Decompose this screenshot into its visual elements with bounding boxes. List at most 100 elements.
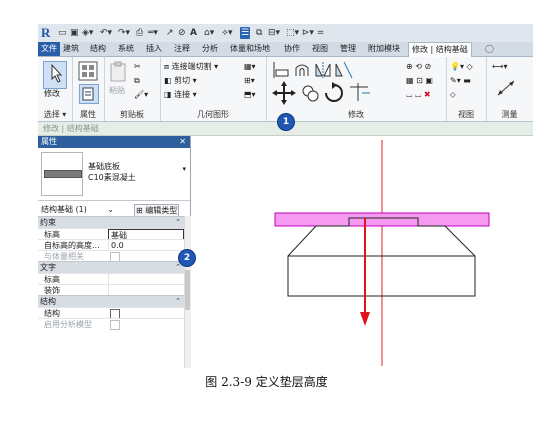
join-label: 连接 bbox=[174, 90, 191, 99]
mirror-draw-axis-icon[interactable] bbox=[335, 61, 353, 79]
array-icon[interactable]: ▦ ⊡ ▣ bbox=[406, 75, 433, 86]
tab-analyze[interactable]: 分析 bbox=[202, 42, 218, 56]
modify-button[interactable] bbox=[43, 61, 67, 89]
section-view[interactable] bbox=[191, 136, 533, 368]
sync-icon[interactable]: ◈▾ bbox=[82, 27, 93, 39]
text-icon[interactable]: A bbox=[190, 27, 197, 39]
tab-modify-structural-foundation[interactable]: 修改 | 结构基础 bbox=[408, 42, 472, 57]
paste-icon[interactable] bbox=[109, 61, 127, 83]
modify-tools-row2 bbox=[272, 81, 370, 105]
tab-overflow[interactable]: ◯ bbox=[485, 42, 494, 56]
dimension-icon[interactable]: ↗ bbox=[166, 27, 174, 39]
type-preview-image bbox=[41, 152, 83, 196]
options-bar-label: 修改 | 结构基础 bbox=[43, 124, 99, 133]
group-text[interactable]: 文字 ⌃ bbox=[38, 261, 184, 273]
slab-preview-icon bbox=[44, 170, 82, 178]
collapse-icon[interactable]: ⌃ bbox=[175, 296, 181, 307]
app-logo[interactable]: R bbox=[41, 25, 53, 40]
scroll-thumb[interactable] bbox=[185, 270, 190, 310]
tab-manage[interactable]: 管理 bbox=[340, 42, 356, 56]
group-constraints-label: 约束 bbox=[40, 218, 56, 227]
hide-in-view-icon[interactable]: 💡▾ ◇ bbox=[450, 61, 473, 72]
mirror-pick-axis-icon[interactable] bbox=[315, 62, 331, 78]
type-family-name: 基础底板 bbox=[88, 162, 120, 171]
tab-view[interactable]: 视图 bbox=[312, 42, 328, 56]
tag-icon[interactable]: ⊘ bbox=[178, 27, 186, 39]
section-icon[interactable]: ⟡▾ bbox=[222, 27, 232, 39]
measure-distance-icon[interactable]: ⟷▾ bbox=[492, 61, 507, 72]
instance-filter-row: 结构基础 (1) ⌄ ⊞ 编辑类型 bbox=[38, 202, 190, 217]
type-name: C10素混凝土 bbox=[88, 173, 136, 182]
type-properties-button[interactable] bbox=[79, 84, 99, 104]
split-element-icon[interactable]: ⊕ ⟲ ⊘ bbox=[406, 61, 431, 72]
chevron-down-icon[interactable]: ▾ bbox=[182, 165, 186, 173]
override-graphics-icon[interactable]: ✎▾ ▬ bbox=[450, 75, 471, 86]
tab-collaborate[interactable]: 协作 bbox=[284, 42, 300, 56]
geometry-panel-label: 几何图形 bbox=[197, 110, 229, 119]
mark-value[interactable] bbox=[108, 274, 183, 284]
split-face-icon[interactable]: ⊞▾ bbox=[244, 75, 255, 86]
measure-icon[interactable]: ═▾ bbox=[148, 27, 158, 39]
copy-element-icon[interactable] bbox=[302, 85, 319, 102]
tab-insert[interactable]: 插入 bbox=[146, 42, 162, 56]
cushion-layer[interactable] bbox=[274, 212, 490, 227]
offset-icon[interactable] bbox=[295, 64, 309, 76]
join-geometry-button[interactable]: ◨ 连接 ▾ bbox=[164, 89, 197, 100]
close-views-icon[interactable]: ⧉ bbox=[256, 27, 262, 39]
properties-panel: 属性 bbox=[72, 57, 105, 121]
copy-icon[interactable]: ⧉ bbox=[134, 75, 140, 86]
match-properties-icon[interactable]: 🖌▾ bbox=[134, 89, 148, 100]
tab-file[interactable]: 文件 bbox=[38, 42, 60, 56]
tab-annotate[interactable]: 注释 bbox=[174, 42, 190, 56]
revit-window: R ▭ ▣ ◈▾ ↶▾ ↷▾ ⎙ ═▾ ↗ ⊘ A ⌂▾ ⟡▾ ☰ ⧉ ⊟▾ ⬚… bbox=[38, 24, 533, 368]
undo-icon[interactable]: ↶▾ bbox=[100, 27, 112, 39]
switch-windows-icon[interactable]: ⊟▾ bbox=[268, 27, 280, 39]
instance-filter-dropdown[interactable]: 结构基础 (1) ⌄ bbox=[41, 204, 114, 215]
cut-icon[interactable]: ✂ bbox=[134, 61, 141, 72]
open-icon[interactable]: ▭ bbox=[58, 27, 67, 39]
properties-scrollbar[interactable] bbox=[184, 216, 191, 368]
modify-tools-row1 bbox=[273, 61, 353, 79]
height-offset-value[interactable]: 0.0 bbox=[108, 240, 183, 250]
measure-panel-label: 测量 bbox=[501, 110, 518, 119]
close-icon[interactable]: ✕ bbox=[179, 136, 186, 148]
linework-icon[interactable]: ⬦ bbox=[450, 89, 456, 100]
tab-massing-site[interactable]: 体量和场地 bbox=[230, 42, 270, 56]
print-icon[interactable]: ⎙ bbox=[136, 27, 143, 39]
thin-lines-icon[interactable]: ☰ bbox=[240, 27, 251, 39]
properties-palette: 属性 ✕ 基础底板 C10素混凝土 ▾ 结构基础 (1) ⌄ ⊞ 编辑类型 约束… bbox=[38, 136, 191, 368]
type-selector[interactable]: 基础底板 C10素混凝土 ▾ bbox=[38, 148, 190, 201]
aligned-dimension-icon[interactable] bbox=[496, 79, 518, 97]
select-dropdown[interactable]: 选择 ▾ bbox=[38, 110, 72, 120]
trim-extend-icon[interactable] bbox=[350, 83, 370, 101]
modify-label: 修改 bbox=[44, 89, 60, 98]
cut-geometry-button[interactable]: ◧ 剪切 ▾ bbox=[164, 75, 197, 86]
property-row-analytical-model: 启用分析模型 bbox=[38, 318, 184, 330]
cut-join-geometry-button[interactable]: ⧈ 连接端切割 ▾ bbox=[164, 61, 218, 72]
properties-titlebar[interactable]: 属性 ✕ bbox=[38, 136, 190, 148]
geometry-panel: ⧈ 连接端切割 ▾ ◧ 剪切 ▾ ◨ 连接 ▾ ▦▾ ⊞▾ ⬒▾ 几何图形 bbox=[160, 57, 267, 121]
decoration-value[interactable] bbox=[108, 285, 183, 295]
paint-icon[interactable]: ⬒▾ bbox=[244, 89, 256, 100]
view3d-icon[interactable]: ⌂▾ bbox=[204, 27, 214, 39]
property-key: 启用分析模型 bbox=[44, 320, 92, 329]
unpin-icon[interactable]: ⌴ ⌴ ✖ bbox=[406, 89, 431, 100]
save-icon[interactable]: ▣ bbox=[70, 27, 79, 39]
tab-architecture[interactable]: 建筑 bbox=[63, 42, 79, 56]
redo-icon[interactable]: ↷▾ bbox=[118, 27, 130, 39]
properties-icon[interactable] bbox=[78, 61, 98, 81]
tab-structure[interactable]: 结构 bbox=[90, 42, 106, 56]
collapse-icon[interactable]: ⌃ bbox=[175, 217, 181, 228]
tab-addins[interactable]: 附加模块 bbox=[368, 42, 400, 56]
wall-join-icon[interactable]: ▦▾ bbox=[244, 61, 256, 72]
group-constraints[interactable]: 约束 ⌃ bbox=[38, 216, 184, 228]
instance-filter-label: 结构基础 (1) bbox=[41, 205, 87, 214]
move-icon[interactable] bbox=[272, 81, 296, 105]
drawing-area[interactable] bbox=[191, 136, 533, 368]
tab-systems[interactable]: 系统 bbox=[118, 42, 134, 56]
ribbon-tabs: 文件 建筑 结构 系统 插入 注释 分析 体量和场地 协作 视图 管理 附加模块… bbox=[38, 42, 533, 57]
align-icon[interactable] bbox=[273, 62, 289, 78]
rotate-icon[interactable] bbox=[325, 82, 343, 102]
customize-icon[interactable]: ⬚▾ ⊳▾ = bbox=[286, 27, 324, 39]
group-structural[interactable]: 结构 ⌃ bbox=[38, 295, 184, 307]
